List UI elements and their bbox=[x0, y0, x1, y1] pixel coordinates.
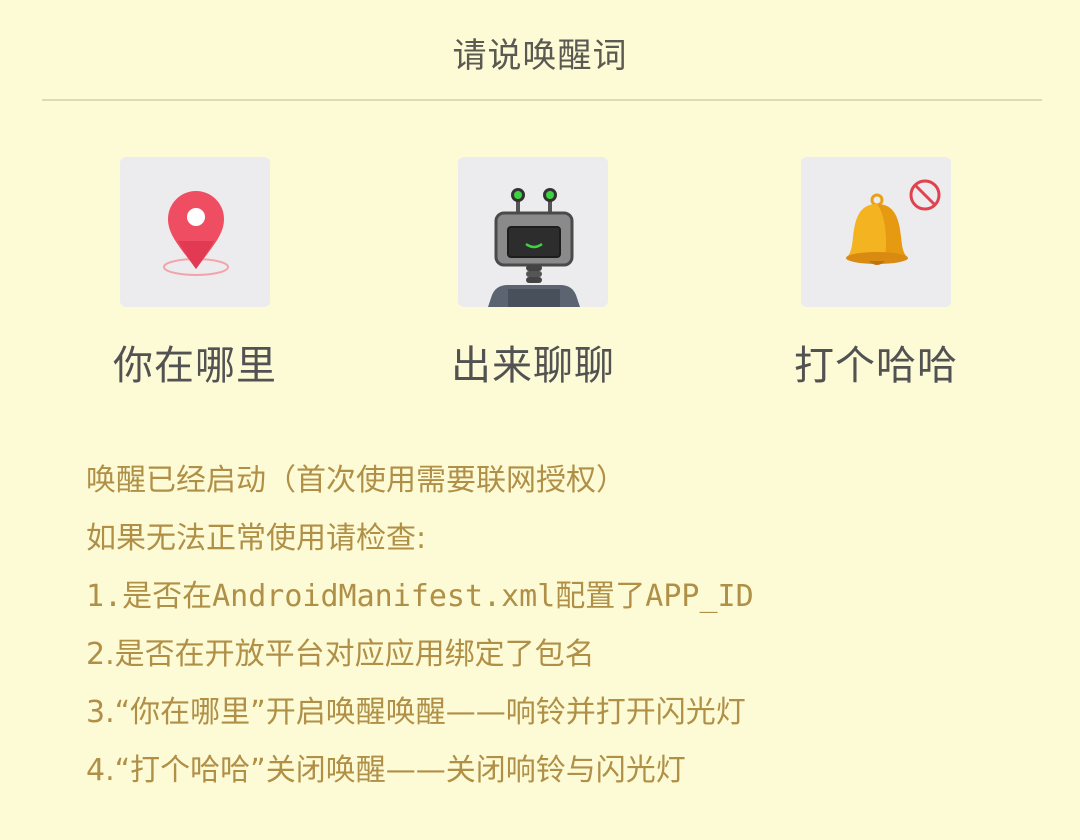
page-title: 请说唤醒词 bbox=[452, 36, 628, 76]
command-tile[interactable] bbox=[458, 157, 608, 307]
command-where-are-you[interactable]: 你在哪里 bbox=[95, 157, 295, 391]
location-pin-icon bbox=[163, 191, 229, 276]
command-tile[interactable] bbox=[801, 157, 951, 307]
command-chat[interactable]: 出来聊聊 bbox=[433, 157, 633, 391]
info-line: 1.是否在AndroidManifest.xml配置了APP_ID bbox=[86, 579, 754, 614]
command-tile[interactable] bbox=[120, 157, 270, 307]
info-panel: 唤醒已经启动（首次使用需要联网授权） 如果无法正常使用请检查: 1.是否在And… bbox=[86, 458, 1066, 806]
info-line: 如果无法正常使用请检查: bbox=[86, 521, 427, 556]
command-label: 出来聊聊 bbox=[451, 343, 615, 389]
command-haha[interactable]: 打个哈哈 bbox=[776, 157, 976, 391]
bell-muted-icon bbox=[846, 179, 941, 265]
info-line: 2.是否在开放平台对应应用绑定了包名 bbox=[86, 637, 595, 672]
info-line: 4.“打个哈哈”关闭唤醒——关闭响铃与闪光灯 bbox=[86, 753, 686, 788]
command-label: 你在哪里 bbox=[113, 343, 277, 389]
header-divider bbox=[42, 99, 1042, 101]
info-line: 唤醒已经启动（首次使用需要联网授权） bbox=[86, 463, 626, 498]
robot-icon bbox=[488, 188, 580, 307]
info-line: 3.“你在哪里”开启唤醒唤醒——响铃并打开闪光灯 bbox=[86, 695, 746, 730]
command-label: 打个哈哈 bbox=[794, 343, 958, 389]
